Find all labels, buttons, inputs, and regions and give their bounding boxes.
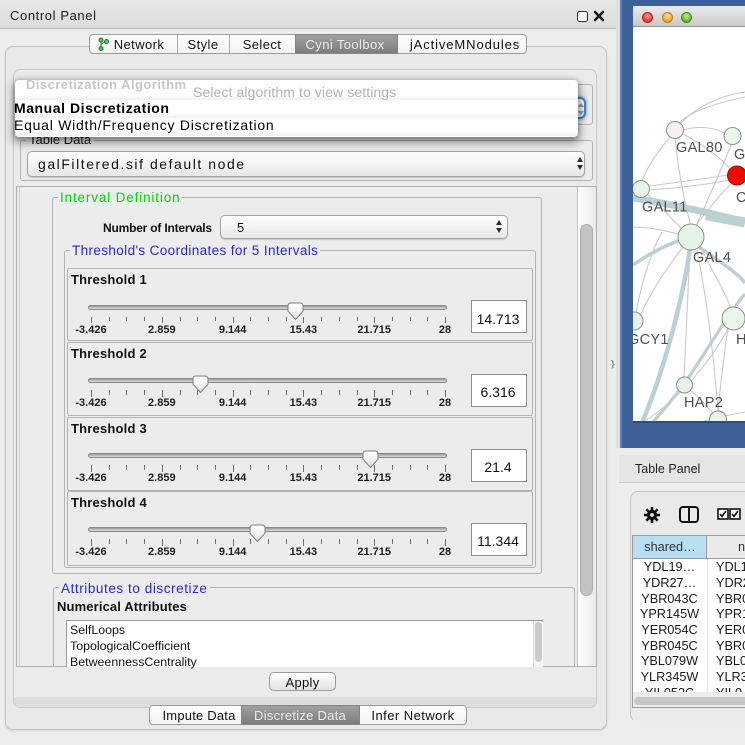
- svg-text:GAL4: GAL4: [693, 250, 731, 266]
- svg-text:GCY1: GCY1: [633, 332, 669, 348]
- svg-text:H: H: [736, 332, 745, 348]
- svg-text:GAL80: GAL80: [676, 140, 723, 156]
- svg-text:HAP2: HAP2: [684, 395, 723, 411]
- svg-text:GA: GA: [734, 147, 745, 163]
- svg-text:C: C: [736, 190, 745, 206]
- svg-text:GAL11: GAL11: [642, 200, 688, 216]
